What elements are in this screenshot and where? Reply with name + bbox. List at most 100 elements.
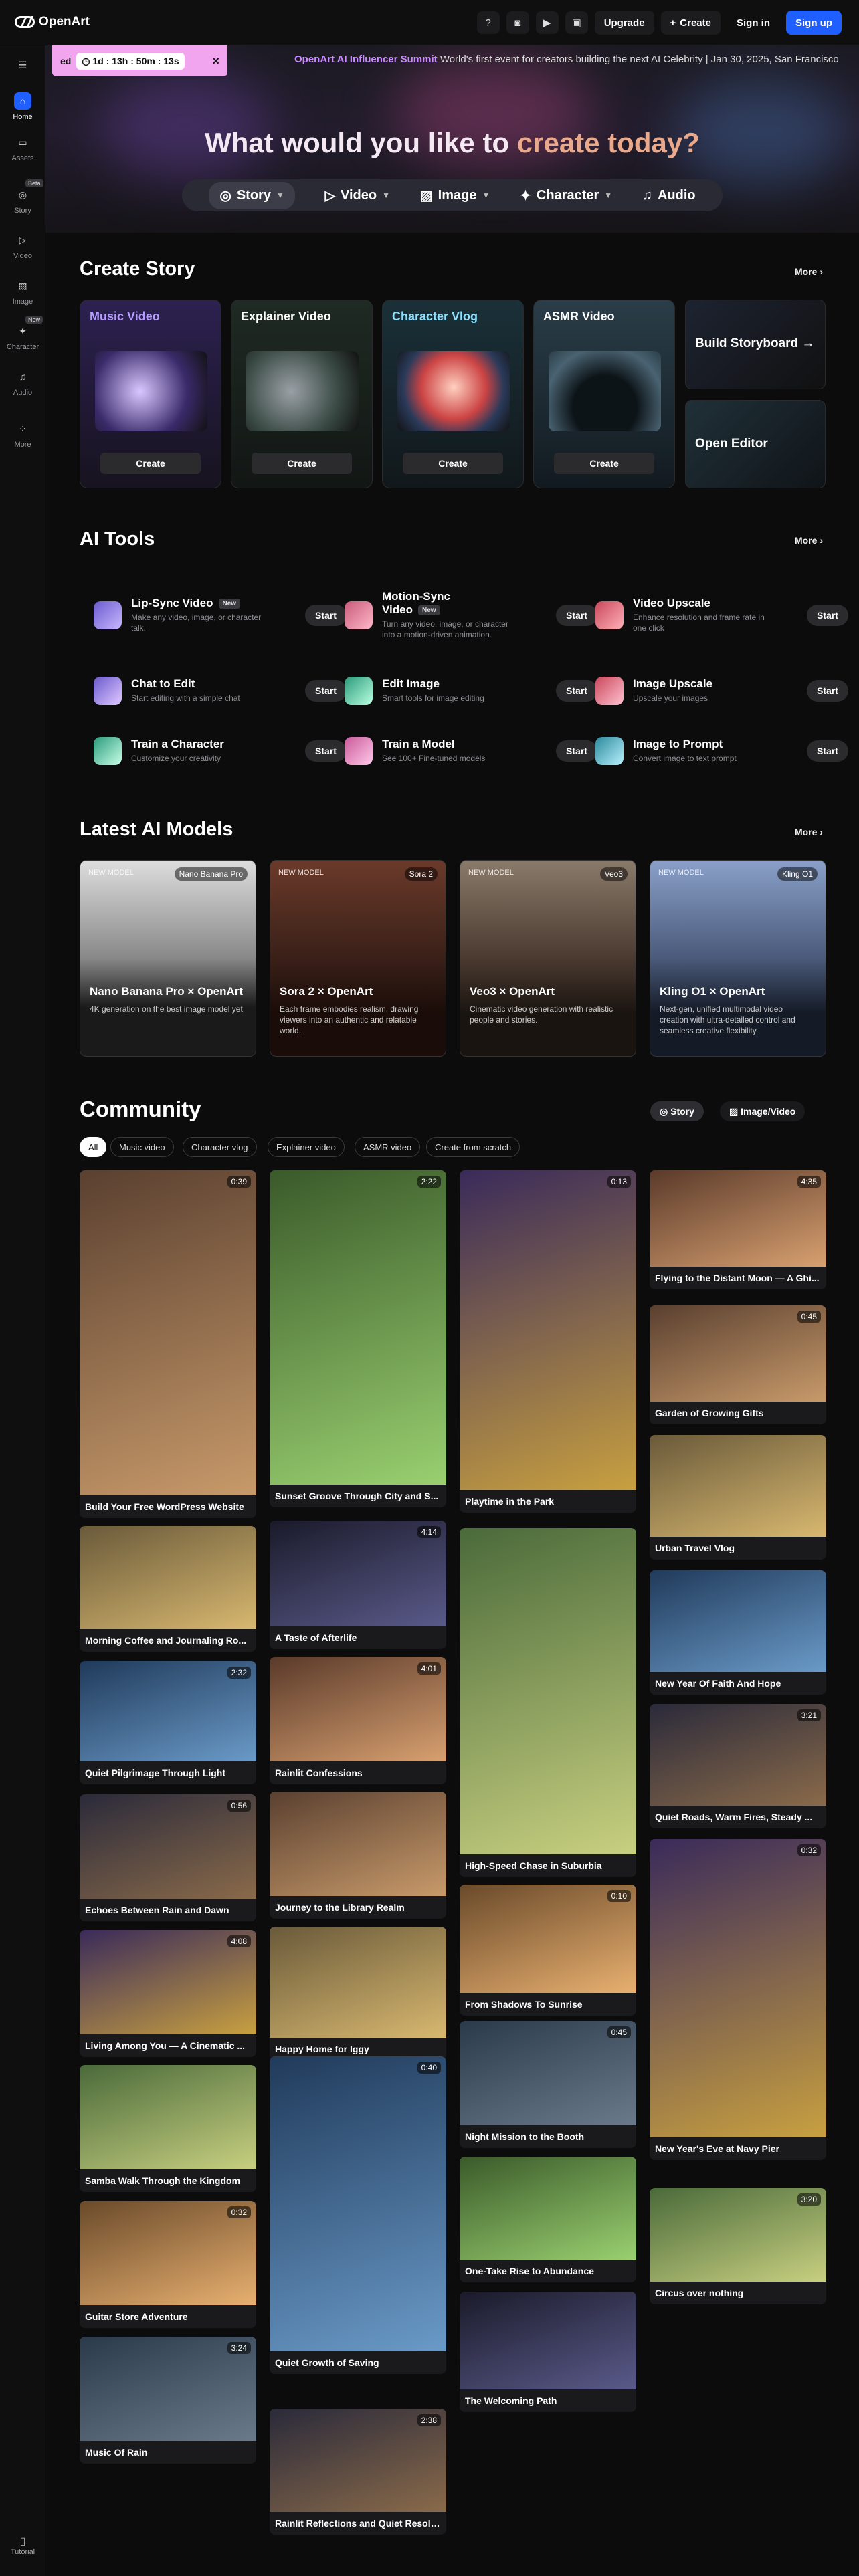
community-card[interactable]: 0:32 Guitar Store Adventure — [80, 2201, 256, 2328]
open-editor-card[interactable]: Open Editor — [685, 400, 826, 488]
community-card[interactable]: Happy Home for Iggy — [270, 1927, 446, 2060]
community-card[interactable]: 3:21 Quiet Roads, Warm Fires, Steady ... — [650, 1704, 826, 1828]
tool-train-model[interactable]: Train a Model See 100+ Fine-tuned models S… — [345, 731, 597, 771]
models-more-link[interactable]: More › — [795, 827, 823, 837]
tool-motion-sync-video[interactable]: Motion-Sync Video New Turn any video, imag… — [345, 582, 597, 649]
filter-music-video[interactable]: Music video — [110, 1137, 174, 1157]
start-button[interactable]: Start — [556, 605, 597, 626]
tab-audio[interactable]: ♫ Audio — [642, 188, 696, 203]
openart-logo[interactable]: OpenArt — [15, 15, 90, 29]
community-card[interactable]: 2:32 Quiet Pilgrimage Through Light — [80, 1661, 256, 1784]
tab-video[interactable]: ▷ Video ▼ — [325, 187, 390, 204]
sidebar-item-home[interactable]: ⌂ Home — [0, 92, 45, 121]
community-card[interactable]: 0:39 Build Your Free WordPress Website — [80, 1170, 256, 1518]
community-card-thumbnail — [650, 1839, 826, 2137]
model-name: Kling O1 × OpenArt — [660, 985, 765, 998]
tool-lip-sync-video[interactable]: Lip-Sync Video New Make any video, image, … — [94, 595, 347, 635]
community-card[interactable]: 4:14 A Taste of Afterlife — [270, 1521, 446, 1649]
filter-explainer-video[interactable]: Explainer video — [268, 1137, 345, 1157]
community-card[interactable]: 0:40 Quiet Growth of Saving — [270, 2056, 446, 2374]
promo-ticker[interactable]: OpenArt AI Influencer Summit World's fir… — [294, 53, 856, 65]
community-card[interactable]: 0:13 Playtime in the Park — [460, 1170, 636, 1513]
community-card[interactable]: 0:10 From Shadows To Sunrise — [460, 1885, 636, 2016]
filter-create-from-scratch[interactable]: Create from scratch — [426, 1137, 520, 1157]
upgrade-button[interactable]: Upgrade — [594, 11, 654, 35]
community-card[interactable]: Journey to the Library Realm — [270, 1792, 446, 1919]
tab-character[interactable]: ✦ Character ▼ — [520, 187, 612, 204]
start-button[interactable]: Start — [807, 680, 848, 702]
story-card-asmr-video[interactable]: ASMR Video Create — [533, 300, 675, 488]
start-button[interactable]: Start — [807, 605, 848, 626]
close-icon[interactable]: × — [212, 54, 219, 68]
sign-up-button[interactable]: Sign up — [786, 11, 842, 35]
community-card[interactable]: The Welcoming Path — [460, 2292, 636, 2412]
community-card[interactable]: Morning Coffee and Journaling Ro... — [80, 1526, 256, 1652]
community-card[interactable]: Urban Travel Vlog — [650, 1435, 826, 1560]
sidebar-item-assets[interactable]: ▭ Assets — [0, 134, 45, 163]
community-card[interactable]: 4:08 Living Among You — A Cinematic ... — [80, 1930, 256, 2057]
community-card[interactable]: 0:32 New Year's Eve at Navy Pier — [650, 1839, 826, 2160]
tool-image-to-prompt[interactable]: Image to Prompt Convert image to text pro… — [595, 731, 848, 771]
sidebar-item-image[interactable]: ▨ Image — [0, 277, 45, 306]
sign-in-button[interactable]: Sign in — [727, 11, 779, 35]
model-card-nano-banana[interactable]: NEW MODEL Nano Banana Pro Nano Banana Pro … — [80, 860, 256, 1057]
youtube-icon[interactable]: ▶ — [535, 11, 559, 34]
segment-image-video[interactable]: ▨ Image/Video — [720, 1101, 805, 1121]
tool-video-upscale[interactable]: Video Upscale Enhance resolution and fram… — [595, 595, 848, 635]
start-button[interactable]: Start — [305, 680, 347, 702]
community-card[interactable]: 0:45 Garden of Growing Gifts — [650, 1305, 826, 1424]
tool-image-upscale[interactable]: Image Upscale Upscale your images Start — [595, 671, 848, 711]
sidebar-item-character[interactable]: New ✦ Character — [0, 316, 45, 351]
community-card[interactable]: 0:56 Echoes Between Rain and Dawn — [80, 1794, 256, 1921]
tutorial-link[interactable]: ▯ Tutorial — [7, 2535, 39, 2556]
tool-edit-image[interactable]: Edit Image Smart tools for image editing S… — [345, 671, 597, 711]
sidebar-item-audio[interactable]: ♫ Audio — [0, 368, 45, 397]
model-card-sora-2[interactable]: NEW MODEL Sora 2 Sora 2 × OpenArt Each fram… — [270, 860, 446, 1057]
segment-story[interactable]: ◎ Story — [650, 1101, 704, 1121]
community-card[interactable]: 3:20 Circus over nothing — [650, 2188, 826, 2304]
sidebar-item-more[interactable]: ⁘ More — [0, 420, 45, 449]
sidebar-item-story[interactable]: Beta ◎ Story — [0, 179, 45, 215]
filter-asmr-video[interactable]: ASMR video — [355, 1137, 421, 1157]
build-storyboard-card[interactable]: Build Storyboard → — [685, 300, 826, 389]
gift-icon[interactable]: ▣ — [565, 11, 588, 34]
community-card[interactable]: 0:45 Night Mission to the Booth — [460, 2021, 636, 2148]
sidebar-item-video[interactable]: ▷ Video — [0, 231, 45, 261]
filter-all[interactable]: All — [80, 1137, 107, 1157]
sidebar-collapse[interactable]: ☰ — [0, 56, 45, 77]
community-card[interactable]: 4:01 Rainlit Confessions — [270, 1657, 446, 1784]
promo-countdown[interactable]: ed ◷ 1d : 13h : 50m : 13s × — [52, 45, 227, 76]
tab-image[interactable]: ▨ Image ▼ — [420, 187, 490, 204]
story-card-explainer-video[interactable]: Explainer Video Create — [231, 300, 373, 488]
start-button[interactable]: Start — [556, 680, 597, 702]
story-card-music-video[interactable]: Music Video Create — [80, 300, 221, 488]
start-button[interactable]: Start — [305, 740, 347, 762]
start-button[interactable]: Start — [807, 740, 848, 762]
model-card-kling-o1[interactable]: NEW MODEL Kling O1 Kling O1 × OpenArt Next-… — [650, 860, 826, 1057]
tab-story[interactable]: ◎ Story ▼ — [209, 181, 295, 209]
create-story-more-link[interactable]: More › — [795, 266, 823, 277]
start-button[interactable]: Start — [556, 740, 597, 762]
filter-character-vlog[interactable]: Character vlog — [183, 1137, 257, 1157]
community-card[interactable]: One-Take Rise to Abundance — [460, 2157, 636, 2282]
tool-chat-to-edit[interactable]: Chat to Edit Start editing with a simple … — [94, 671, 347, 711]
community-card[interactable]: 2:38 Rainlit Reflections and Quiet Resolv… — [270, 2409, 446, 2535]
create-button[interactable]: Create — [100, 453, 201, 474]
create-button[interactable]: Create — [554, 453, 654, 474]
ai-tools-more-link[interactable]: More › — [795, 535, 823, 546]
discord-icon[interactable]: ◙ — [506, 11, 529, 34]
story-card-character-vlog[interactable]: Character Vlog Create — [382, 300, 524, 488]
model-card-veo3[interactable]: NEW MODEL Veo3 Veo3 × OpenArt Cinematic vid… — [460, 860, 636, 1057]
create-button[interactable]: Create — [403, 453, 503, 474]
community-card[interactable]: 4:35 Flying to the Distant Moon — A Ghi..… — [650, 1170, 826, 1289]
create-button[interactable]: + Create — [660, 11, 721, 35]
community-card[interactable]: 3:24 Music Of Rain — [80, 2337, 256, 2464]
community-card[interactable]: 2:22 Sunset Groove Through City and S... — [270, 1170, 446, 1507]
help-icon[interactable]: ? — [476, 11, 500, 34]
community-card[interactable]: Samba Walk Through the Kingdom — [80, 2065, 256, 2192]
create-button[interactable]: Create — [252, 453, 352, 474]
community-card[interactable]: New Year Of Faith And Hope — [650, 1570, 826, 1695]
tool-train-character[interactable]: Train a Character Customize your creativi… — [94, 731, 347, 771]
community-card[interactable]: High-Speed Chase in Suburbia — [460, 1528, 636, 1877]
start-button[interactable]: Start — [305, 605, 347, 626]
